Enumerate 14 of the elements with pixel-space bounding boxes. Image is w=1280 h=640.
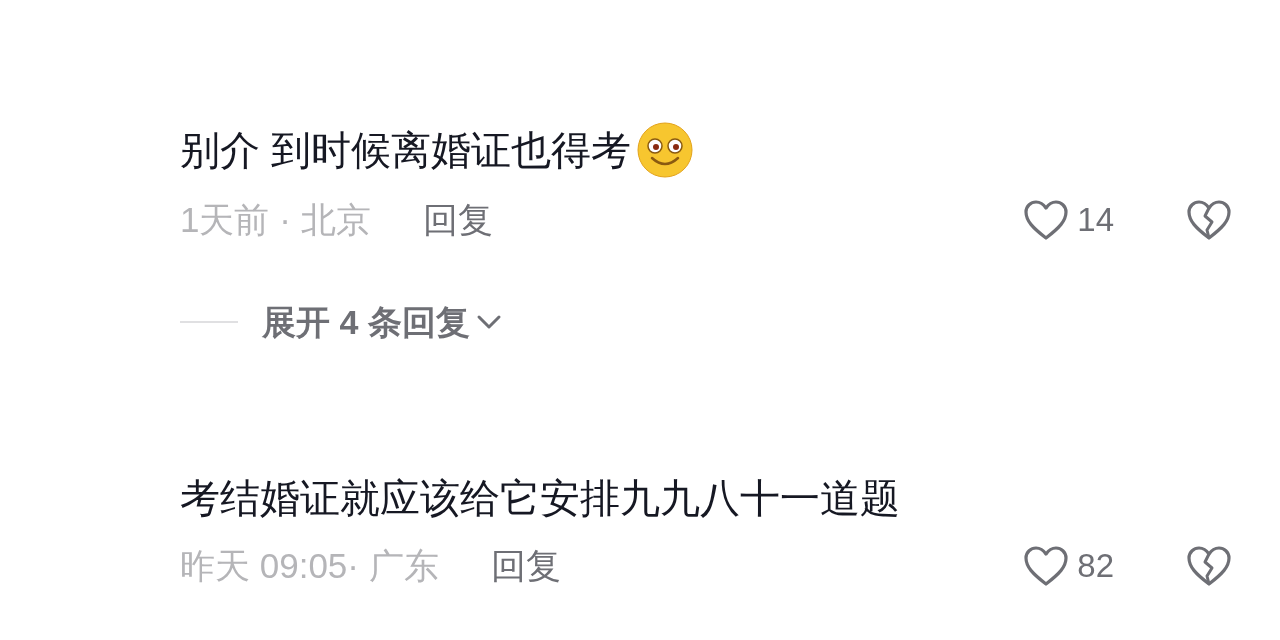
- reply-link[interactable]: 回复: [490, 539, 561, 593]
- comment-text: 考结婚证就应该给它安排九九八十一道题: [180, 475, 900, 522]
- like-button[interactable]: 14: [1023, 195, 1114, 245]
- heart-icon: [1023, 199, 1070, 241]
- comment-meta: 1天前 · 北京: [180, 198, 371, 241]
- expand-replies-button[interactable]: 展开 4 条回复: [262, 296, 502, 348]
- like-button[interactable]: 82: [1023, 541, 1114, 591]
- dislike-button[interactable]: [1186, 199, 1232, 241]
- reply-link[interactable]: 回复: [422, 193, 493, 247]
- heart-icon: [1023, 545, 1070, 587]
- comment-text: 别介 到时候离婚证也得考: [180, 127, 632, 174]
- dislike-button[interactable]: [1186, 545, 1232, 587]
- comment-meta: 昨天 09:05· 广东: [180, 544, 439, 587]
- chevron-down-icon: [475, 313, 502, 331]
